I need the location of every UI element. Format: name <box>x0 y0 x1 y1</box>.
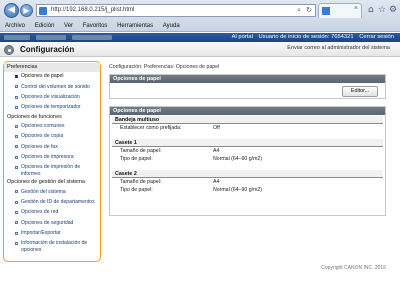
tab-favicon-icon <box>322 7 330 15</box>
group-title-multipurpose-tray: Bandeja multiuso <box>112 116 383 124</box>
bullet-icon <box>15 145 18 149</box>
forward-arrow-icon[interactable]: ▶ <box>20 4 33 17</box>
search-icon[interactable]: ⌕ <box>297 5 301 16</box>
settings-gear-icon[interactable]: ⚙ <box>389 5 397 15</box>
menu-archivo[interactable]: Archivo <box>5 23 25 29</box>
blurred-label <box>36 35 66 40</box>
sidebar-item-report-print[interactable]: Opciones de impresión de informes <box>4 162 100 178</box>
setting-row: Tamaño de papel: A4 <box>110 147 385 156</box>
sidebar-item-system-mgmt[interactable]: Gestión del sistema <box>4 187 100 197</box>
refresh-icon[interactable]: ↻ <box>306 5 312 16</box>
sidebar-item-volume[interactable]: Control del volumen de sonido <box>4 82 100 92</box>
sidebar-item-security[interactable]: Opciones de seguridad <box>4 218 100 228</box>
sidebar-item-import-export[interactable]: Importar/Exportar <box>4 228 100 238</box>
bullet-icon <box>15 221 18 225</box>
menu-favoritos[interactable]: Favoritos <box>83 23 108 29</box>
bullet-icon <box>15 190 18 194</box>
sidebar-nav: Preferencias Opciones de papel Control d… <box>3 61 101 262</box>
sidebar-item-timer[interactable]: Opciones de temporizador <box>4 102 100 112</box>
setting-row: Tipo de papel: Normal (64–90 g/m2) <box>110 155 385 164</box>
page-title: Configuración <box>20 45 75 54</box>
panel-header: Opciones de papel <box>110 107 385 115</box>
paper-settings-panel: Opciones de papel Editor... <box>109 74 386 99</box>
setting-row: Tipo de papel: Normal (64–90 g/m2) <box>110 186 385 195</box>
mail-admin-link[interactable]: Enviar correo al administrador del siste… <box>287 45 390 51</box>
back-arrow-icon[interactable]: ◀ <box>4 3 19 18</box>
sidebar-item-printer[interactable]: Opciones de impresora <box>4 152 100 162</box>
top-status-bar: Al portal Usuario de inicio de sesión: 7… <box>0 33 400 42</box>
close-tab-icon[interactable]: × <box>354 5 358 12</box>
section-heading-functions: Opciones de funciones <box>7 113 62 120</box>
setting-label: Tipo de papel: <box>120 187 153 193</box>
breadcrumb: Configuración: Preferencias: Opciones de… <box>109 64 220 70</box>
copyright-text: Copyright CANON INC. 2016 <box>321 265 386 271</box>
sidebar-item-copy[interactable]: Opciones de copia <box>4 131 100 141</box>
section-heading-system: Opciones de gestión del sistema <box>7 179 85 186</box>
group-title-cassette-2: Casete 2 <box>112 169 383 178</box>
bullet-icon <box>15 124 18 128</box>
sidebar-item-common[interactable]: Opciones comunes <box>4 121 100 131</box>
paper-details-panel: Opciones de papel Bandeja multiuso Estab… <box>109 106 386 216</box>
portal-link[interactable]: Al portal <box>232 34 253 40</box>
menu-bar: Archivo Edición Ver Favoritos Herramient… <box>0 21 400 32</box>
group-title-cassette-1: Casete 1 <box>112 138 383 147</box>
setting-label: Tipo de papel: <box>120 156 153 162</box>
bullet-icon <box>15 134 18 138</box>
login-user-label: Usuario de inicio de sesión: 7654321 <box>258 34 354 40</box>
blurred-label <box>72 35 112 40</box>
setting-value: Normal (64–90 g/m2) <box>213 187 263 193</box>
browser-tab[interactable]: × <box>318 3 362 18</box>
browser-chrome: ◀ ▶ http://192.168.0.215/j_plist.html ⌕ … <box>0 0 400 32</box>
bullet-icon <box>15 241 18 245</box>
sidebar-item-fax[interactable]: Opciones de fax <box>4 142 100 152</box>
bullet-icon <box>15 105 18 109</box>
settings-logo-icon <box>4 45 14 55</box>
setting-value: A4 <box>213 147 220 154</box>
page-title-bar: Configuración Enviar correo al administr… <box>0 42 400 57</box>
setting-label: Tamaño de papel: <box>120 147 162 154</box>
menu-ver[interactable]: Ver <box>64 23 73 29</box>
setting-value: A4 <box>213 178 220 185</box>
setting-row: Establecer como prefijada: Off <box>110 124 385 133</box>
menu-ayuda[interactable]: Ayuda <box>163 23 180 29</box>
setting-value: Normal (64–90 g/m2) <box>213 156 263 162</box>
edit-button[interactable]: Editor... <box>342 86 378 97</box>
section-heading-preferences: Preferencias <box>4 63 100 72</box>
bullet-icon <box>15 200 18 204</box>
bullet-icon <box>15 231 18 235</box>
address-url: http://192.168.0.215/j_plist.html <box>51 7 135 13</box>
bullet-icon <box>15 75 18 78</box>
bullet-icon <box>15 165 18 169</box>
menu-herramientas[interactable]: Herramientas <box>117 23 153 29</box>
page-favicon-icon <box>39 7 47 15</box>
setting-row: Tamaño de papel: A4 <box>110 178 385 187</box>
panel-header: Opciones de papel <box>110 75 385 83</box>
menu-edicion[interactable]: Edición <box>35 23 55 29</box>
bullet-icon <box>15 95 18 99</box>
setting-value: Off <box>213 125 220 131</box>
favorites-star-icon[interactable]: ☆ <box>378 5 386 15</box>
sidebar-item-dept-id[interactable]: Gestión de ID de departamentos <box>4 197 100 207</box>
sidebar-item-options-info[interactable]: Información de instalación de opciones <box>4 238 100 254</box>
sidebar-item-display[interactable]: Opciones de visualización <box>4 92 100 102</box>
sidebar-item-network[interactable]: Opciones de red <box>4 207 100 217</box>
bullet-icon <box>15 85 18 89</box>
blurred-label <box>4 35 30 40</box>
setting-label: Establecer como prefijada: <box>120 125 182 131</box>
bullet-icon <box>15 210 18 214</box>
bullet-icon <box>15 155 18 159</box>
home-icon[interactable]: ⌂ <box>368 5 374 15</box>
sidebar-item-paper-settings[interactable]: Opciones de papel <box>4 72 100 82</box>
address-bar[interactable]: http://192.168.0.215/j_plist.html ⌕ ↻ <box>36 4 316 17</box>
setting-label: Tamaño de papel: <box>120 178 162 185</box>
logout-link[interactable]: Cerrar sesión <box>359 34 394 40</box>
